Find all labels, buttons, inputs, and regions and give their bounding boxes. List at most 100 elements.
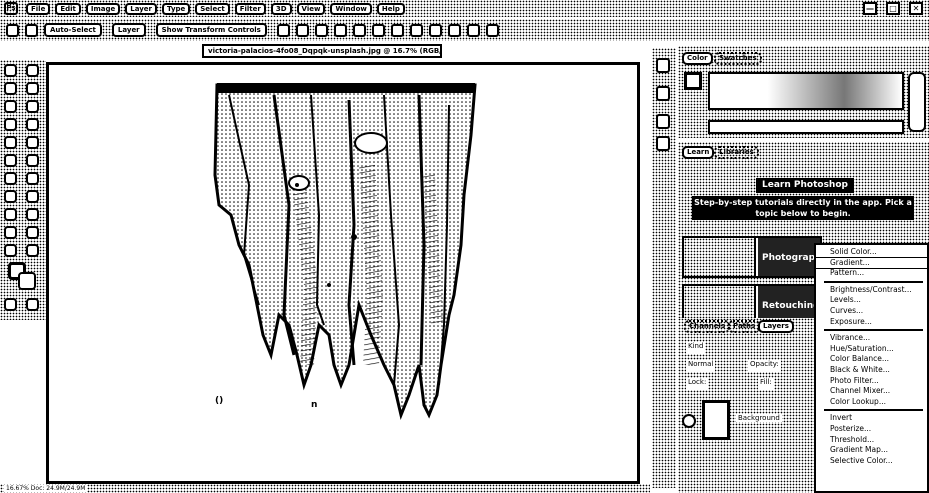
screen-mode-icon[interactable] [26,298,39,311]
3d-roll-icon[interactable] [447,23,461,37]
paragraph-panel-icon[interactable] [656,136,670,151]
zoom-tool-icon[interactable] [4,244,17,257]
menu-item-threshold[interactable]: Threshold... [816,435,927,446]
3d-pan-icon[interactable] [466,23,480,37]
brush-tool-icon[interactable] [4,136,17,149]
menu-item-color-balance[interactable]: Color Balance... [816,354,927,365]
menu-item-hue-saturation[interactable]: Hue/Saturation... [816,344,927,355]
menu-item-black-white[interactable]: Black & White... [816,365,927,376]
menu-item-vibrance[interactable]: Vibrance... [816,333,927,344]
path-selection-tool-icon[interactable] [26,208,39,221]
3d-video-icon[interactable] [485,23,499,37]
blur-tool-icon[interactable] [26,172,39,185]
document-canvas[interactable]: () n [46,62,640,484]
show-transform-controls-checkbox[interactable]: Show Transform Controls [155,23,267,37]
tab-channels[interactable]: Channels [684,320,731,333]
menu-item-invert[interactable]: Invert [816,413,927,424]
tab-layers[interactable]: Layers [758,320,794,333]
dodge-tool-icon[interactable] [4,190,17,203]
menu-item-gradient[interactable]: Gradient... [815,256,928,270]
properties-panel-icon[interactable] [656,86,670,101]
crop-tool-icon[interactable] [26,100,39,113]
align-left-icon[interactable] [276,23,290,37]
color-slider[interactable] [908,72,926,132]
3d-mode-icon[interactable] [409,23,423,37]
menu-type[interactable]: Type [162,2,191,15]
eyedropper-tool-icon[interactable] [4,118,17,131]
rectangle-tool-icon[interactable] [4,226,17,239]
quick-select-tool-icon[interactable] [4,100,17,113]
menu-edit[interactable]: Edit [55,2,81,15]
learn-card-photography[interactable]: Photography [682,236,822,278]
tab-swatches[interactable]: Swatches [714,52,762,65]
lasso-tool-icon[interactable] [26,82,39,95]
eye-icon[interactable] [682,414,696,428]
menu-image[interactable]: Image [85,2,121,15]
filter-kind-dropdown[interactable]: Kind [686,342,706,354]
align-top-icon[interactable] [333,23,347,37]
opacity-label[interactable]: Opacity: [748,360,781,372]
align-center-icon[interactable] [295,23,309,37]
edit-toolbar-icon[interactable] [26,244,39,257]
tab-libraries[interactable]: Libraries [714,146,759,159]
menu-item-photo-filter[interactable]: Photo Filter... [816,376,927,387]
history-brush-tool-icon[interactable] [4,154,17,167]
eraser-tool-icon[interactable] [26,154,39,167]
quick-mask-icon[interactable] [4,298,17,311]
menu-item-selective-color[interactable]: Selective Color... [816,456,927,467]
menu-help[interactable]: Help [376,2,405,15]
menu-item-curves[interactable]: Curves... [816,306,927,317]
color-ramp-bar[interactable] [708,120,904,134]
healing-brush-tool-icon[interactable] [26,118,39,131]
adjustments-panel-icon[interactable] [656,114,670,129]
3d-rotate-icon[interactable] [428,23,442,37]
blend-mode-dropdown[interactable]: Normal [686,360,716,372]
layer-name[interactable]: Background [736,414,782,422]
align-middle-icon[interactable] [352,23,366,37]
menu-item-exposure[interactable]: Exposure... [816,317,927,328]
move-tool-icon[interactable] [6,23,19,37]
menu-item-pattern[interactable]: Pattern... [816,268,927,279]
tab-paths[interactable]: Paths [728,320,761,333]
menu-file[interactable]: File [26,2,51,15]
tab-color[interactable]: Color [682,52,713,65]
menu-layer[interactable]: Layer [125,2,157,15]
menu-item-color-lookup[interactable]: Color Lookup... [816,397,927,408]
close-button[interactable]: ✕ [909,2,923,15]
foreground-color-chip[interactable] [684,72,702,90]
clone-stamp-tool-icon[interactable] [26,136,39,149]
tool-preset-icon[interactable] [25,23,38,37]
pen-tool-icon[interactable] [26,190,39,203]
marquee-tool-icon[interactable] [4,82,17,95]
menu-item-channel-mixer[interactable]: Channel Mixer... [816,386,927,397]
artboard-tool-icon[interactable] [26,64,39,77]
fill-label[interactable]: Fill: [758,378,774,390]
menu-window[interactable]: Window [330,2,372,15]
layer-row-background[interactable]: Background [682,398,822,444]
color-spectrum[interactable] [708,72,904,110]
auto-select-checkbox[interactable]: Auto-Select [44,23,102,37]
background-color-swatch[interactable] [18,272,36,290]
gradient-tool-icon[interactable] [4,172,17,185]
align-bottom-icon[interactable] [371,23,385,37]
move-tool-icon[interactable] [4,64,17,77]
menu-3d[interactable]: 3D [270,2,292,15]
auto-select-target-dropdown[interactable]: Layer [111,23,146,37]
menu-item-posterize[interactable]: Posterize... [816,424,927,435]
distribute-icon[interactable] [390,23,404,37]
document-tab[interactable]: victoria-palacios-4fo08_Dqpqk-unsplash.j… [202,44,442,58]
menu-filter[interactable]: Filter [234,2,266,15]
minimize-button[interactable]: — [863,2,877,15]
type-tool-icon[interactable] [4,208,17,221]
hand-tool-icon[interactable] [26,226,39,239]
menu-item-solid-color[interactable]: Solid Color... [816,247,927,258]
menu-item-brightness-contrast[interactable]: Brightness/Contrast... [816,285,927,296]
align-right-icon[interactable] [314,23,328,37]
tab-learn[interactable]: Learn [682,146,715,159]
menu-item-levels[interactable]: Levels... [816,295,927,306]
menu-item-gradient-map[interactable]: Gradient Map... [816,445,927,456]
maximize-button[interactable]: □ [886,2,900,15]
menu-view[interactable]: View [296,2,326,15]
history-panel-icon[interactable] [656,58,670,73]
menu-select[interactable]: Select [195,2,230,15]
